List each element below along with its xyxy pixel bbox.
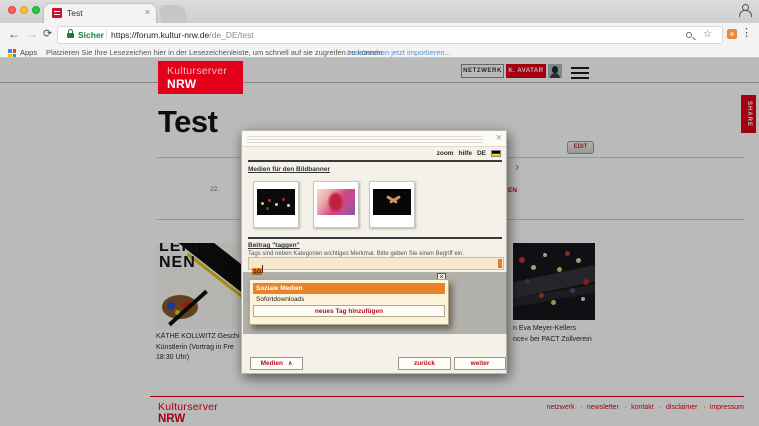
browser-toolbar: ← → ⟳ Sicher | https://forum.kultur-nrw.… (0, 23, 759, 47)
section-divider (248, 237, 502, 239)
thumbnail-image (257, 189, 295, 215)
thumb-dot (275, 203, 278, 206)
url-text: https://forum.kultur-nrw.de/de_DE/test (111, 30, 254, 40)
language-label[interactable]: DE (477, 150, 486, 157)
bookmarks-hint: Platzieren Sie Ihre Lesezeichen hier in … (46, 48, 385, 57)
next-button[interactable]: weiter (454, 357, 506, 370)
thumb-dot (261, 202, 264, 205)
thumb-dot (266, 207, 269, 210)
modal-toolbar: zoom hilfe DE (437, 150, 501, 157)
thumbnail-image (373, 189, 411, 215)
media-thumbnail-1[interactable] (253, 181, 299, 228)
section-divider (248, 160, 502, 162)
tab-close-icon[interactable]: × (145, 7, 150, 17)
site-logo-bottom: NRW (167, 77, 243, 91)
thumb-dot (287, 204, 290, 207)
site-logo[interactable]: Kulturserver NRW (158, 61, 243, 94)
editor-modal: × zoom hilfe DE Medien für den Bildbanne… (241, 130, 507, 374)
thumb-dot (268, 199, 271, 202)
zoom-link[interactable]: zoom (437, 150, 454, 157)
back-button[interactable]: zurück (398, 357, 451, 370)
drag-handle-icon[interactable] (247, 134, 483, 144)
tab-strip: Test × (0, 0, 759, 23)
new-tab-button[interactable] (158, 5, 188, 23)
banner-media-link[interactable]: Medien für den Bildbanner (248, 166, 330, 173)
search-icon[interactable] (686, 32, 692, 38)
chevron-up-icon: ∧ (288, 361, 292, 367)
tag-section-link[interactable]: Beitrag "taggen" (248, 242, 300, 249)
media-thumbnail-2[interactable] (313, 181, 359, 228)
modal-titlebar[interactable]: × (242, 131, 506, 147)
tab-favicon-icon (52, 8, 62, 18)
close-window-button[interactable] (8, 6, 16, 14)
secure-label: Sicher (78, 30, 104, 40)
medien-button-label: Medien (261, 360, 283, 367)
tag-input[interactable]: so (248, 257, 504, 270)
zoom-window-button[interactable] (32, 6, 40, 14)
add-tag-button[interactable]: neues Tag hinzufügen (253, 305, 445, 317)
minimize-window-button[interactable] (20, 6, 28, 14)
tab-title: Test (67, 8, 83, 18)
thumb-dot (282, 198, 285, 201)
media-thumbnail-3[interactable] (369, 181, 415, 228)
bookmark-star-icon[interactable]: ☆ (703, 29, 712, 40)
browser-window: Test × ← → ⟳ Sicher | https://forum.kult… (0, 0, 759, 426)
url-path: /de_DE/test (209, 30, 253, 40)
apps-grid-icon[interactable] (8, 49, 16, 57)
suggestion-item[interactable]: Sofortdownloads (253, 294, 445, 304)
url-host: https://forum.kultur-nrw.de (111, 30, 209, 40)
forward-icon[interactable]: → (26, 26, 38, 42)
input-scroll-handle (498, 259, 502, 268)
browser-menu-icon[interactable]: ⋮ (741, 26, 752, 39)
tag-suggestion-dropdown: Soziale Medien Sofortdownloads neues Tag… (249, 279, 449, 325)
apps-label[interactable]: Apps (20, 48, 37, 57)
extension-icon[interactable] (727, 29, 737, 39)
bookmarks-import-link[interactable]: Lesezeichen jetzt importieren... (347, 48, 451, 57)
help-link[interactable]: hilfe (459, 150, 472, 157)
browser-tab[interactable]: Test × (44, 4, 156, 23)
german-flag-icon[interactable] (491, 150, 501, 157)
address-bar[interactable]: Sicher | https://forum.kultur-nrw.de/de_… (57, 26, 723, 44)
medien-dropdown-button[interactable]: Medien ∧ (250, 357, 303, 370)
profile-icon[interactable] (738, 4, 751, 17)
bookmarks-bar: Apps Platzieren Sie Ihre Lesezeichen hie… (0, 47, 759, 58)
lock-icon (67, 33, 74, 38)
back-icon[interactable]: ← (8, 26, 20, 42)
url-divider: | (105, 29, 108, 40)
site-logo-top: Kulturserver (167, 65, 243, 77)
reload-icon[interactable]: ⟳ (43, 26, 52, 42)
suggestion-item-selected[interactable]: Soziale Medien (253, 283, 445, 294)
modal-close-icon[interactable]: × (496, 132, 502, 145)
thumbnail-image (317, 189, 355, 215)
